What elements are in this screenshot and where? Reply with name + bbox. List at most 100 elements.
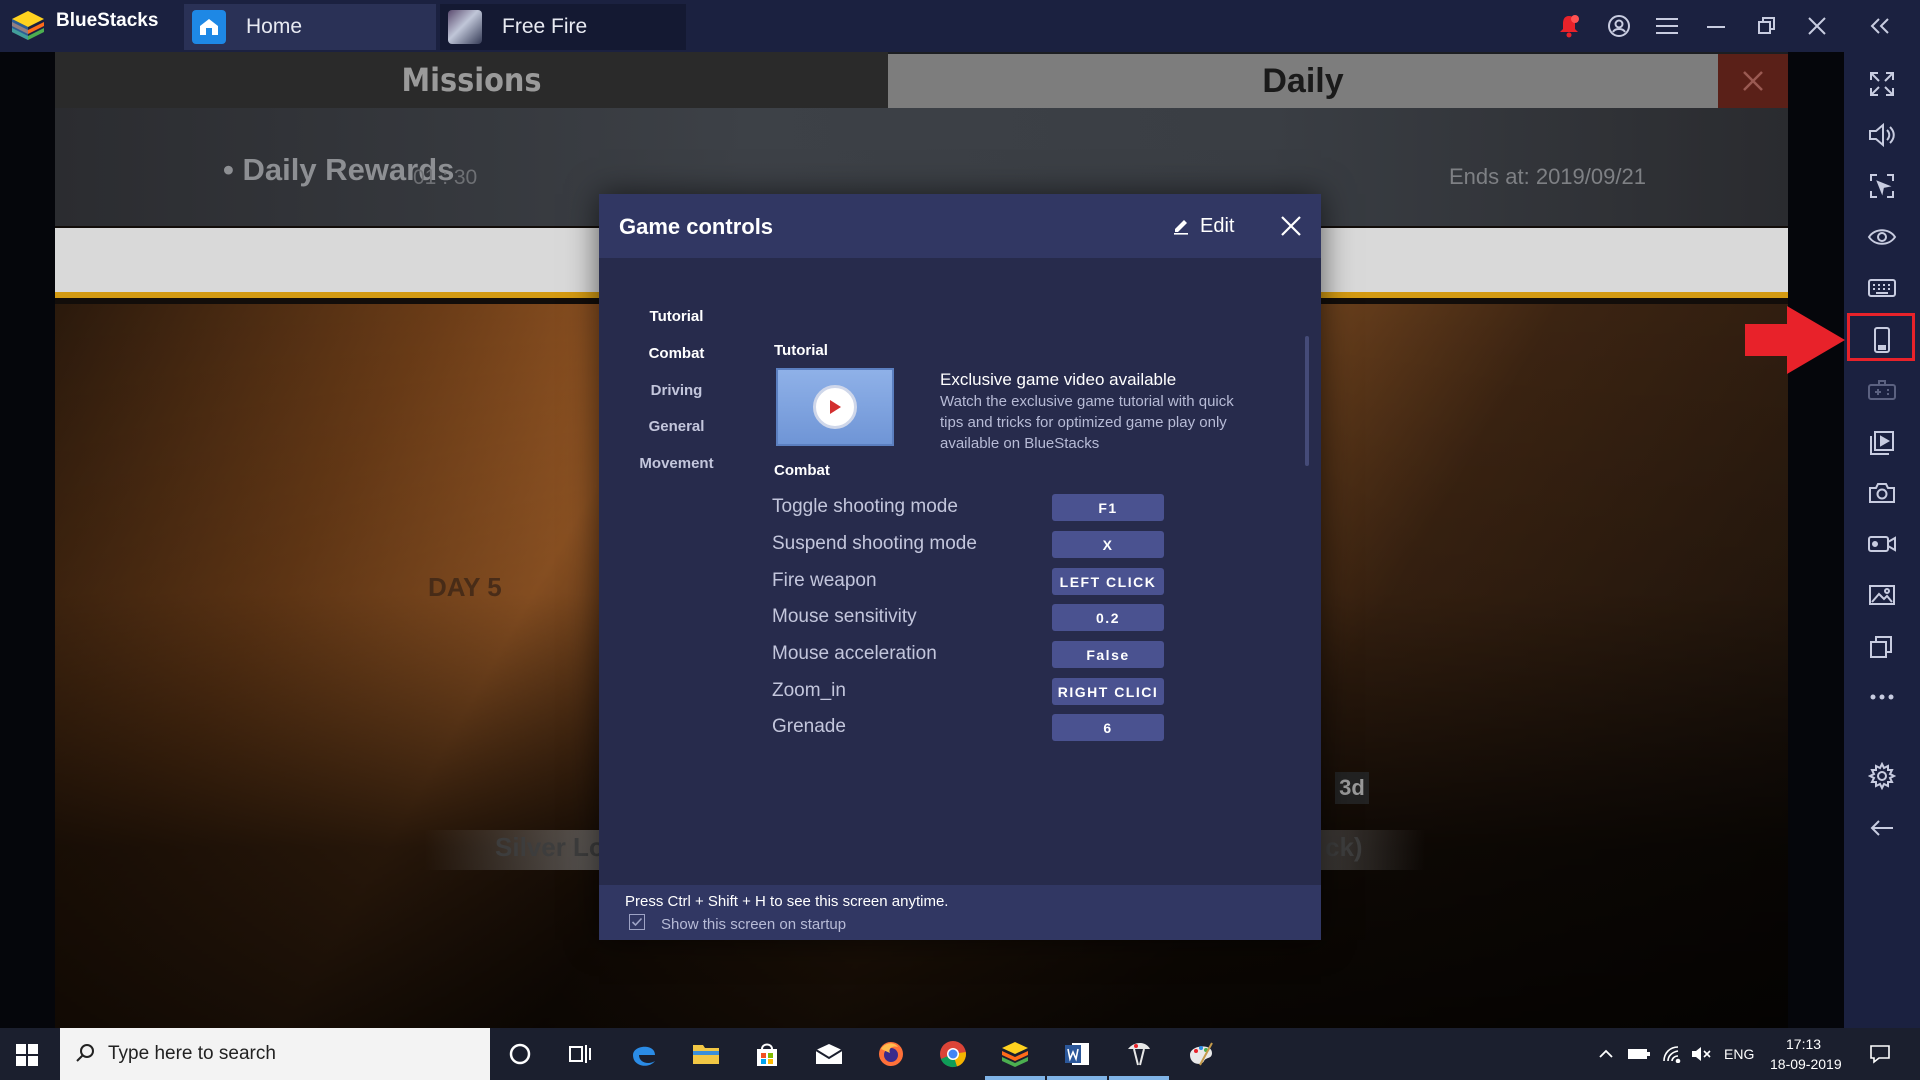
key-binding-button[interactable]: LEFT CLICK	[1052, 568, 1164, 595]
windows-taskbar: Type here to search ENG 17:13 18-09-2019	[0, 1028, 1920, 1080]
fullscreen-icon[interactable]	[1866, 68, 1898, 100]
nav-item-general[interactable]: General	[599, 418, 754, 435]
ends-at-label: Ends at: 2019/09/21	[1449, 164, 1646, 189]
taskbar-search-input[interactable]: Type here to search	[60, 1028, 490, 1080]
minimize-icon[interactable]	[1703, 12, 1731, 40]
macro-recorder-icon[interactable]	[1866, 426, 1898, 458]
game-close-button[interactable]	[1718, 54, 1788, 108]
key-binding-button[interactable]: RIGHT CLICI	[1052, 678, 1164, 705]
file-explorer-icon[interactable]	[688, 1036, 724, 1072]
tab-free-fire[interactable]: Free Fire	[440, 4, 686, 50]
gamepad-icon[interactable]	[1866, 374, 1898, 406]
key-binding-button[interactable]: X	[1052, 531, 1164, 558]
word-icon[interactable]	[1059, 1036, 1095, 1072]
multi-instance-icon[interactable]	[1866, 630, 1898, 662]
active-app-indicator	[1047, 1076, 1107, 1080]
mail-icon[interactable]	[811, 1036, 847, 1072]
battery-icon[interactable]	[1624, 1036, 1654, 1072]
controls-list[interactable]: Tutorial Exclusive game video available …	[754, 258, 1321, 858]
back-arrow-icon[interactable]	[1866, 812, 1898, 844]
dialog-title: Game controls	[619, 214, 774, 239]
keyboard-icon[interactable]	[1866, 272, 1898, 304]
restore-icon[interactable]	[1753, 12, 1781, 40]
menu-icon[interactable]	[1653, 12, 1681, 40]
tutorial-video-thumbnail[interactable]	[776, 368, 894, 446]
pointer-lock-icon[interactable]	[1866, 170, 1898, 202]
key-binding-button[interactable]: F1	[1052, 494, 1164, 521]
show-on-startup-label: Show this screen on startup	[661, 916, 847, 933]
windows-start-icon[interactable]	[14, 1042, 40, 1068]
language-indicator[interactable]: ENG	[1724, 1046, 1754, 1062]
game-close-icon	[1743, 71, 1763, 91]
eye-icon[interactable]	[1866, 221, 1898, 253]
tab-free-fire-label: Free Fire	[502, 15, 588, 38]
edge-browser-icon[interactable]	[626, 1036, 662, 1072]
firefox-icon[interactable]	[873, 1036, 909, 1072]
active-app-indicator	[1109, 1076, 1169, 1080]
game-controls-dialog: Game controls Edit Tutorial Combat Drivi…	[599, 194, 1321, 940]
game-tab-missions[interactable]: Missions	[55, 52, 888, 108]
cortana-icon[interactable]	[502, 1036, 538, 1072]
chrome-icon[interactable]	[935, 1036, 971, 1072]
free-fire-game-icon	[448, 10, 482, 44]
speaker-muted-icon[interactable]	[1686, 1036, 1716, 1072]
snipping-tool-icon[interactable]	[1121, 1036, 1157, 1072]
more-options-icon[interactable]	[1866, 681, 1898, 713]
video-title: Exclusive game video available	[940, 370, 1177, 389]
control-label: Mouse acceleration	[772, 643, 937, 664]
duration-badge: 3d	[1335, 772, 1369, 804]
video-record-icon[interactable]	[1866, 528, 1898, 560]
key-binding-button[interactable]: False	[1052, 641, 1164, 668]
controls-scrollbar[interactable]	[1305, 336, 1309, 466]
active-app-indicator	[985, 1076, 1045, 1080]
wifi-icon[interactable]	[1658, 1036, 1688, 1072]
media-gallery-icon[interactable]	[1866, 579, 1898, 611]
pencil-icon	[1174, 220, 1188, 235]
control-label: Toggle shooting mode	[772, 496, 958, 517]
home-icon	[192, 10, 226, 44]
right-toolbar	[1844, 52, 1920, 1028]
game-tab-daily[interactable]: Daily	[888, 54, 1718, 108]
collapse-sidebar-icon[interactable]	[1866, 12, 1894, 40]
control-label: Fire weapon	[772, 570, 877, 591]
dialog-header: Game controls Edit	[599, 194, 1321, 258]
paint-icon[interactable]	[1183, 1036, 1219, 1072]
daily-rewards-timer: 01 : 30	[413, 166, 478, 189]
search-icon	[76, 1044, 94, 1062]
control-label: Suspend shooting mode	[772, 533, 977, 554]
close-window-icon[interactable]	[1803, 12, 1831, 40]
notification-bell-icon[interactable]	[1555, 12, 1583, 40]
volume-icon[interactable]	[1866, 119, 1898, 151]
play-icon	[813, 385, 857, 429]
bluestacks-taskbar-icon[interactable]	[997, 1036, 1033, 1072]
edit-button[interactable]: Edit	[1172, 212, 1234, 240]
camera-icon[interactable]	[1866, 477, 1898, 509]
app-name: BlueStacks	[56, 10, 159, 31]
account-icon[interactable]	[1605, 12, 1633, 40]
nav-item-tutorial[interactable]: Tutorial	[599, 308, 754, 325]
action-center-icon[interactable]	[1862, 1036, 1898, 1072]
show-hidden-icons-chevron-icon[interactable]	[1594, 1036, 1618, 1072]
nav-item-movement[interactable]: Movement	[599, 455, 754, 472]
key-binding-button[interactable]: 6	[1052, 714, 1164, 741]
game-viewport[interactable]: Missions Daily • Daily Rewards 01 : 30 E…	[0, 52, 1844, 1028]
settings-gear-icon[interactable]	[1866, 760, 1898, 792]
task-view-icon[interactable]	[562, 1036, 598, 1072]
dialog-close-icon[interactable]	[1277, 212, 1305, 240]
loot-label-right: ck)	[1325, 832, 1363, 862]
edit-label: Edit	[1200, 214, 1235, 237]
nav-item-combat[interactable]: Combat	[599, 345, 754, 362]
key-binding-button[interactable]: 0.2	[1052, 604, 1164, 631]
tab-home-label: Home	[246, 15, 303, 38]
show-on-startup-checkbox[interactable]	[629, 914, 645, 930]
nav-item-driving[interactable]: Driving	[599, 382, 754, 399]
control-label: Grenade	[772, 716, 846, 737]
clock-time[interactable]: 17:13	[1786, 1036, 1821, 1052]
video-description: Watch the exclusive game tutorial with q…	[940, 393, 1234, 452]
controls-category-nav: Tutorial Combat Driving General Movement	[599, 258, 754, 858]
clock-date[interactable]: 18-09-2019	[1770, 1056, 1842, 1072]
microsoft-store-icon[interactable]	[749, 1036, 785, 1072]
red-arrow-pointer	[1745, 306, 1845, 374]
tab-home[interactable]: Home	[184, 4, 436, 50]
title-bar: BlueStacks Home Free Fire	[0, 0, 1920, 52]
